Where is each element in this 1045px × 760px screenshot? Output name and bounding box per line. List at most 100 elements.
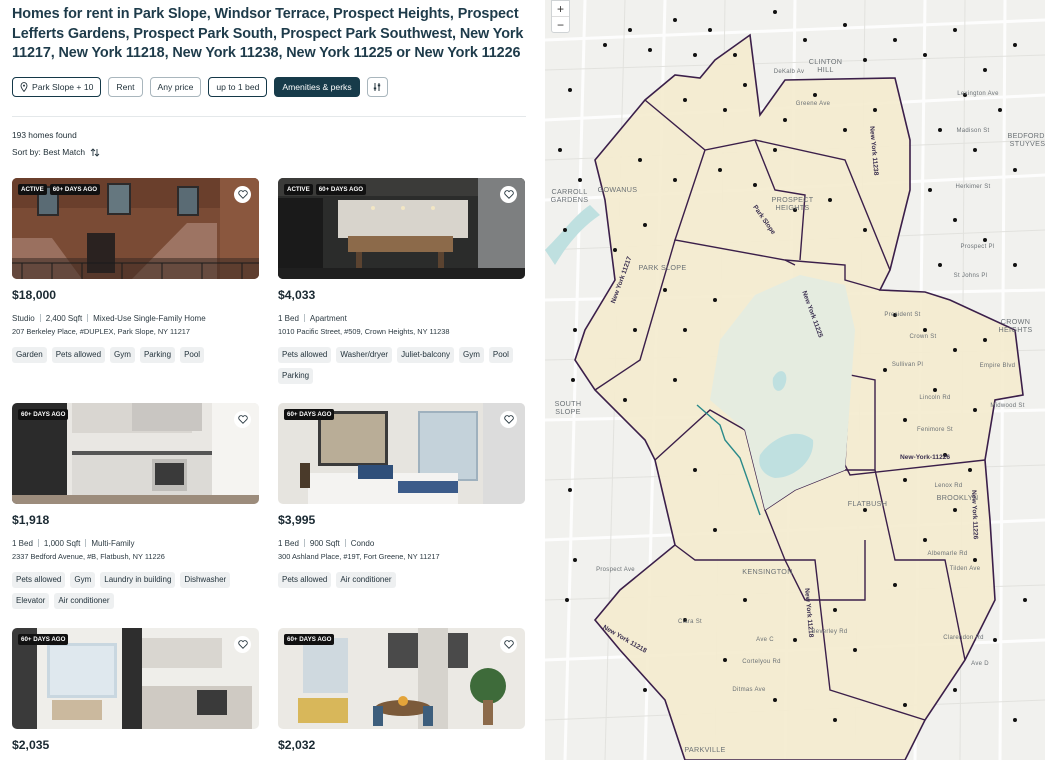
listing-specs: Studio 2,400 Sqft Mixed-Use Single-Family … — [12, 314, 206, 323]
street-label: Clara St — [677, 619, 703, 625]
page-title: Homes for rent in Park Slope, Windsor Te… — [12, 6, 524, 61]
status-badges: 60+ DAYS AGO — [284, 409, 335, 420]
listing-price[interactable]: $2,035 — [12, 738, 49, 752]
map-canvas[interactable] — [545, 0, 1045, 760]
street-label: Beverley Rd — [811, 629, 848, 635]
listing-card[interactable]: 60+ DAYS AGO $1,918 1 Bed 1,000 Sqft Multi… — [12, 403, 259, 609]
listing-price[interactable]: $18,000 — [12, 288, 56, 302]
listing-panel: Homes for rent in Park Slope, Windsor Te… — [0, 0, 545, 760]
amenity-tag: Pool — [488, 347, 513, 363]
listing-card[interactable]: 60+ DAYS AGO $2,035 — [12, 628, 259, 752]
listing-photo[interactable]: 60+ DAYS AGO — [278, 628, 525, 729]
more-filters-button[interactable] — [366, 77, 388, 97]
amenity-tag: Laundry in building — [100, 572, 176, 588]
street-label: Albemarle Rd — [927, 551, 968, 557]
listing-type-filter-button[interactable]: Rent — [108, 77, 143, 97]
listing-card[interactable]: ACTIVE 60+ DAYS AGO $4,033 1 Bed Apartmen… — [278, 178, 525, 384]
favorite-button[interactable] — [500, 411, 517, 428]
street-label: Empire Blvd — [979, 363, 1016, 369]
amenity-tag: Parking — [278, 368, 314, 384]
neighborhood-label: CROWN HEIGHTS — [998, 317, 1033, 334]
sort-arrows-icon — [90, 147, 100, 157]
street-label: Prospect Pl — [960, 244, 995, 250]
spec-type: Multi-Family — [91, 539, 135, 548]
spec-sqft: 1,000 Sqft — [43, 539, 81, 548]
amenity-tag: Gym — [459, 347, 484, 363]
listing-card[interactable]: 60+ DAYS AGO $2,032 — [278, 628, 525, 752]
heart-icon — [237, 640, 248, 649]
street-label: Lenox Rd — [934, 483, 963, 489]
status-badges: 60+ DAYS AGO — [18, 409, 69, 420]
neighborhood-label: GOWANUS — [597, 185, 638, 194]
age-badge: 60+ DAYS AGO — [18, 409, 69, 420]
location-filter-label: Park Slope + 10 — [32, 82, 94, 92]
listing-address[interactable]: 207 Berkeley Place, #DUPLEX, Park Slope,… — [12, 327, 190, 336]
amenity-tags: Garden Pets allowed Gym Parking Pool — [12, 347, 262, 363]
age-badge: 60+ DAYS AGO — [284, 409, 335, 420]
listing-card[interactable]: 60+ DAYS AGO $3,995 1 Bed 900 Sqft Condo 3… — [278, 403, 525, 588]
listing-specs: 1 Bed 1,000 Sqft Multi-Family — [12, 539, 135, 548]
street-label: Clarendon Rd — [943, 635, 984, 641]
spec-beds: 1 Bed — [278, 314, 299, 323]
zoom-in-button[interactable]: + — [552, 1, 569, 16]
listing-photo[interactable]: ACTIVE 60+ DAYS AGO — [278, 178, 525, 279]
favorite-button[interactable] — [500, 186, 517, 203]
amenity-tag: Garden — [12, 347, 47, 363]
listing-card[interactable]: ACTIVE 60+ DAYS AGO $18,000 Studio 2,400 … — [12, 178, 259, 363]
zoom-out-button[interactable]: − — [552, 16, 569, 32]
age-badge: 60+ DAYS AGO — [18, 634, 69, 645]
amenity-tag: Pets allowed — [278, 347, 332, 363]
street-label: Prospect Ave — [596, 567, 635, 573]
listing-address[interactable]: 2337 Bedford Avenue, #B, Flatbush, NY 11… — [12, 552, 165, 561]
age-badge: 60+ DAYS AGO — [315, 184, 367, 195]
heart-icon — [237, 190, 248, 199]
street-label: Lexington Ave — [957, 91, 999, 97]
zip-label: New-York-11226 — [900, 454, 951, 461]
street-label: Madison St — [956, 128, 990, 134]
map-view[interactable]: + − CLINTON HILL BEDFORD-STUYVES CARROLL… — [545, 0, 1045, 760]
location-filter-button[interactable]: Park Slope + 10 — [12, 77, 102, 97]
amenity-tag: Gym — [110, 347, 135, 363]
favorite-button[interactable] — [234, 411, 251, 428]
listing-address[interactable]: 1010 Pacific Street, #509, Crown Heights… — [278, 327, 449, 336]
listing-price[interactable]: $4,033 — [278, 288, 315, 302]
spec-beds: 1 Bed — [12, 539, 33, 548]
amenity-tag: Pets allowed — [51, 347, 106, 363]
listing-photo[interactable]: ACTIVE 60+ DAYS AGO — [12, 178, 259, 279]
price-filter-button[interactable]: Any price — [149, 77, 202, 97]
amenities-filter-button[interactable]: Amenities & perks — [274, 77, 360, 97]
neighborhood-label: BEDFORD-STUYVES — [1007, 131, 1045, 148]
favorite-button[interactable] — [500, 636, 517, 653]
spec-beds: Studio — [12, 314, 35, 323]
listing-photo[interactable]: 60+ DAYS AGO — [12, 628, 259, 729]
amenity-tag: Pool — [180, 347, 205, 363]
amenity-tag: Gym — [70, 572, 96, 588]
listing-price[interactable]: $3,995 — [278, 513, 315, 527]
listing-photo[interactable]: 60+ DAYS AGO — [278, 403, 525, 504]
sort-control[interactable]: Sort by: Best Match — [12, 147, 100, 157]
spec-sqft: 2,400 Sqft — [45, 314, 83, 323]
spec-type: Condo — [350, 539, 375, 548]
favorite-button[interactable] — [234, 186, 251, 203]
neighborhood-label: KENSINGTON — [742, 567, 793, 576]
amenity-tag: Juliet-balcony — [397, 347, 454, 363]
heart-icon — [503, 190, 514, 199]
listing-photo[interactable]: 60+ DAYS AGO — [12, 403, 259, 504]
page: { "page": { "title": "Homes for rent in … — [0, 0, 1045, 760]
listing-address[interactable]: 300 Ashland Place, #19T, Fort Greene, NY… — [278, 552, 440, 561]
street-label: Greene Ave — [795, 101, 831, 107]
listing-specs: 1 Bed 900 Sqft Condo — [278, 539, 374, 548]
amenity-tag: Air conditioner — [54, 593, 114, 609]
street-label: Midwood St — [990, 403, 1025, 409]
amenity-tag: Elevator — [12, 593, 50, 609]
divider — [12, 116, 526, 117]
listing-price[interactable]: $2,032 — [278, 738, 315, 752]
filter-bar: Park Slope + 10 Rent Any price up to 1 b… — [12, 77, 388, 98]
amenity-tag: Pets allowed — [278, 572, 332, 588]
amenity-tag: Washer/dryer — [336, 347, 393, 363]
beds-filter-button[interactable]: up to 1 bed — [208, 77, 268, 97]
zoom-controls: + − — [551, 0, 570, 33]
heart-icon — [237, 415, 248, 424]
favorite-button[interactable] — [234, 636, 251, 653]
listing-price[interactable]: $1,918 — [12, 513, 49, 527]
